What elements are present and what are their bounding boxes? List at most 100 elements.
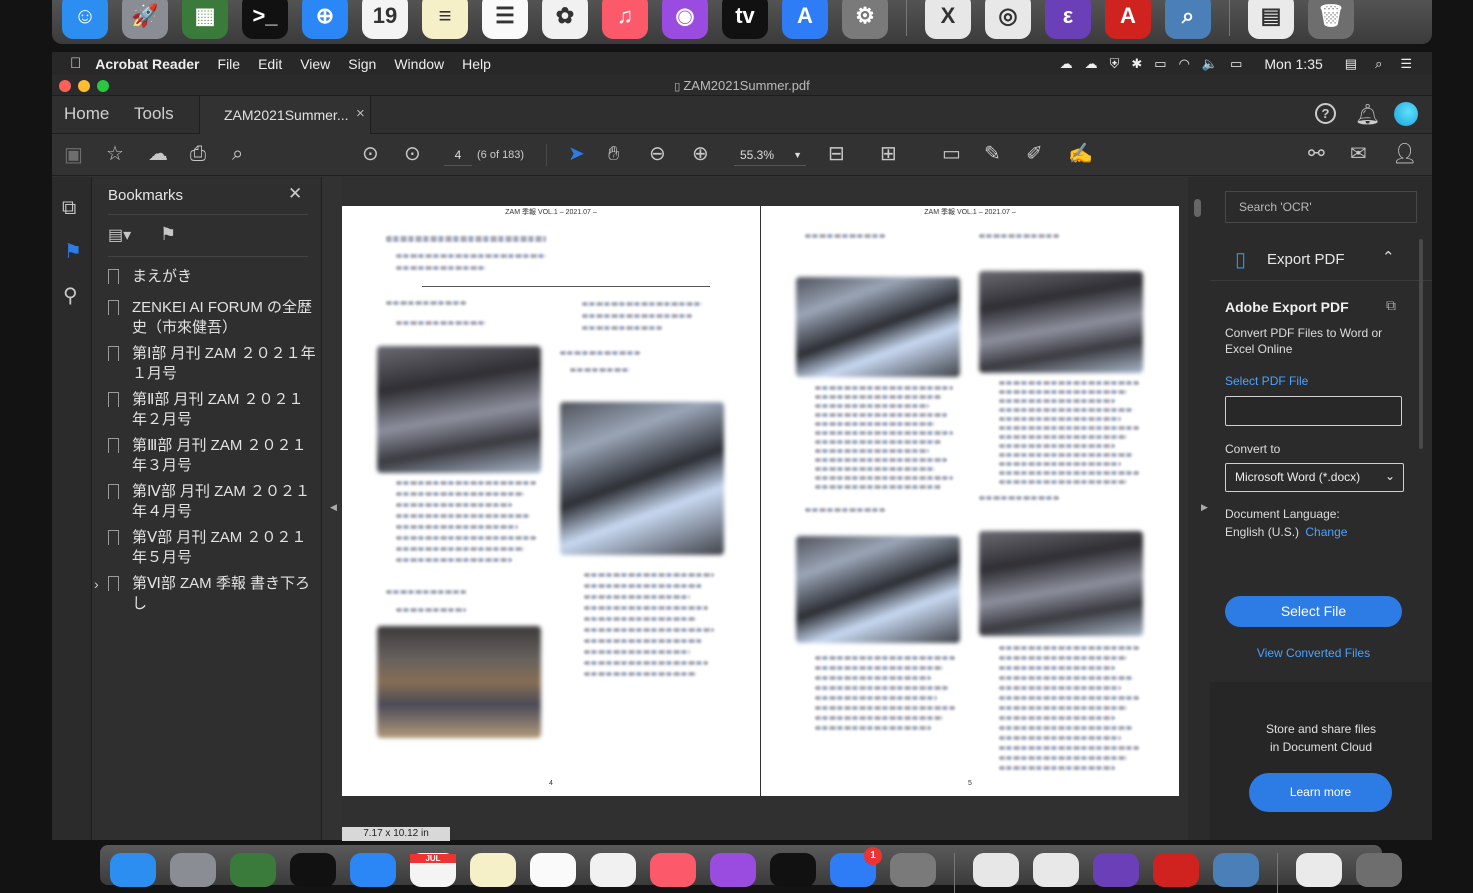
menu-view[interactable]: View	[300, 56, 330, 72]
dock-app-settings[interactable]: ⚙	[842, 0, 888, 39]
spotlight-icon[interactable]: ⌕	[1375, 56, 1382, 72]
dock-app-preview[interactable]: ⌕	[1165, 0, 1211, 39]
creative-cloud-icon[interactable]: ☁	[1060, 56, 1073, 72]
vpn-icon[interactable]: ⛨	[1110, 56, 1120, 72]
dock-app-trash[interactable]	[1356, 853, 1402, 887]
dock-app-calendar[interactable]: JUL	[410, 853, 456, 887]
selected-file-field[interactable]	[1225, 396, 1402, 426]
flag-us-icon[interactable]: ▤	[1345, 56, 1357, 72]
search-icon[interactable]: ⌕	[232, 143, 243, 165]
vertical-scrollbar[interactable]: ▶	[1188, 177, 1210, 840]
next-page-icon[interactable]: ⊙	[404, 143, 421, 165]
tab-document[interactable]: ZAM2021Summer... ×	[199, 96, 371, 134]
cloud-sync-icon[interactable]: ☁	[1085, 56, 1098, 72]
dock-app-notes[interactable]	[470, 853, 516, 887]
chevron-up-icon[interactable]: ⌃	[1382, 248, 1395, 266]
app-menu[interactable]: Acrobat Reader	[95, 56, 199, 72]
dock-app-tv[interactable]: tv	[722, 0, 768, 39]
dock-app-finder[interactable]: ☺	[62, 0, 108, 39]
hand-tool-icon[interactable]: ✋︎	[608, 143, 619, 165]
wifi-icon[interactable]: ◠	[1179, 56, 1190, 72]
page-fit-icon[interactable]: ⊟	[828, 143, 845, 165]
clock[interactable]: Mon 1:35	[1264, 56, 1322, 72]
prev-page-icon[interactable]: ⊙	[362, 143, 379, 165]
bookmark-star-icon[interactable]: ☆	[106, 143, 124, 165]
convert-format-select[interactable]: Microsoft Word (*.docx) ⌄	[1225, 463, 1404, 492]
dock-app-preview[interactable]	[1213, 853, 1259, 887]
collapse-right-arrow[interactable]: ▶	[1201, 502, 1208, 513]
zoom-in-icon[interactable]: ⊕	[692, 143, 709, 165]
bookmark-item[interactable]: 第Ⅴ部 月刊 ZAM ２０２１年５月号	[108, 528, 318, 568]
dock-app-reminders[interactable]	[530, 853, 576, 887]
save-icon[interactable]: ▣	[64, 144, 83, 166]
dock-app-music[interactable]	[650, 853, 696, 887]
dock-app-emacs[interactable]: ε	[1045, 0, 1091, 39]
zoom-dropdown[interactable]: 55.3% ▼	[734, 144, 806, 166]
new-bookmark-icon[interactable]: ⚑	[160, 223, 176, 245]
dock-app-appstore[interactable]: 1	[830, 847, 882, 887]
dock-app-terminal[interactable]	[290, 853, 336, 887]
tools-search-input[interactable]: Search 'OCR'	[1225, 191, 1417, 223]
scroll-mode-icon[interactable]: ⊞	[880, 143, 897, 165]
dock-app-launchpad[interactable]: 🚀	[122, 0, 168, 39]
draw-icon[interactable]: ✐	[1026, 143, 1043, 165]
menu-help[interactable]: Help	[462, 56, 491, 72]
volume-icon[interactable]: 🔈	[1202, 56, 1218, 72]
view-converted-files-link[interactable]: View Converted Files	[1210, 646, 1417, 660]
dock-app-photos[interactable]: ✿	[542, 0, 588, 39]
apple-icon[interactable]: 	[70, 55, 81, 72]
dock-app-document[interactable]: ▤	[1248, 0, 1294, 39]
dock-app-settings[interactable]	[890, 853, 936, 887]
export-pdf-header[interactable]: ▯ Export PDF ⌃	[1210, 239, 1432, 281]
dock-app-chrome[interactable]: ◎	[985, 0, 1031, 39]
select-pdf-file-link[interactable]: Select PDF File	[1225, 374, 1308, 388]
notification-bell-icon[interactable]: 🔔︎	[1355, 102, 1380, 127]
dock-app-emacs[interactable]	[1093, 853, 1139, 887]
page-number-input[interactable]: 4	[444, 144, 472, 166]
dock-app-document[interactable]	[1296, 853, 1342, 887]
dock-app-notes[interactable]: ≡	[422, 0, 468, 39]
print-icon[interactable]: ⎙	[190, 143, 206, 165]
chevron-right-icon[interactable]: ›	[94, 574, 99, 594]
menu-sign[interactable]: Sign	[348, 56, 376, 72]
dock-app-podcasts[interactable]: ◉	[662, 0, 708, 39]
attachments-icon[interactable]: ⚲	[63, 285, 78, 307]
bookmark-item[interactable]: 第Ⅵ部 ZAM 季報 書き下ろし ›	[94, 574, 318, 614]
tab-home[interactable]: Home	[64, 104, 109, 124]
dock-app-activity[interactable]	[230, 853, 276, 887]
comment-icon[interactable]: ▭	[942, 143, 961, 165]
dock-app-safari[interactable]	[350, 853, 396, 887]
menu-file[interactable]: File	[218, 56, 241, 72]
dock-app-terminal[interactable]: >_	[242, 0, 288, 39]
dock-app-xquartz[interactable]: X	[925, 0, 971, 39]
dock-app-podcasts[interactable]	[710, 853, 756, 887]
tab-close-icon[interactable]: ×	[356, 105, 365, 122]
dock-app-calendar[interactable]: 19	[362, 0, 408, 39]
dock-app-tv[interactable]	[770, 853, 816, 887]
dock-app-music[interactable]: ♫	[602, 0, 648, 39]
dock-app-reminders[interactable]: ☰	[482, 0, 528, 39]
dock-app-activity[interactable]: ▦	[182, 0, 228, 39]
bookmark-item[interactable]: 第Ⅳ部 月刊 ZAM ２０２１年４月号	[108, 482, 318, 522]
bookmark-item[interactable]: 第Ⅰ部 月刊 ZAM ２０２１年１月号	[108, 344, 318, 384]
bookmarks-icon[interactable]: ⚑	[64, 241, 82, 263]
select-cursor-icon[interactable]: ➤	[568, 143, 585, 165]
dock-app-appstore[interactable]: A	[782, 0, 828, 39]
sign-icon[interactable]: ✍	[1068, 143, 1093, 165]
zoom-out-icon[interactable]: ⊖	[649, 143, 666, 165]
learn-more-button[interactable]: Learn more	[1249, 773, 1392, 812]
dock-app-chrome[interactable]	[1033, 853, 1079, 887]
dock-app-launchpad[interactable]	[170, 853, 216, 887]
menu-window[interactable]: Window	[394, 56, 444, 72]
bookmark-item[interactable]: 第Ⅲ部 月刊 ZAM ２０２１年３月号	[108, 436, 318, 476]
bookmark-options-icon[interactable]: ▤▾	[108, 225, 131, 247]
scroll-thumb[interactable]	[1194, 199, 1201, 217]
profile-avatar[interactable]	[1394, 102, 1418, 126]
dock-app-safari[interactable]: ⊕	[302, 0, 348, 39]
bookmark-item[interactable]: ZENKEI AI FORUM の全歴史（市來健吾）	[108, 298, 318, 338]
bluetooth-icon[interactable]: ✱	[1131, 56, 1142, 72]
dock-app-acrobat[interactable]: A	[1105, 0, 1151, 39]
menu-edit[interactable]: Edit	[258, 56, 282, 72]
tab-tools[interactable]: Tools	[134, 104, 174, 124]
select-file-button[interactable]: Select File	[1225, 596, 1402, 627]
